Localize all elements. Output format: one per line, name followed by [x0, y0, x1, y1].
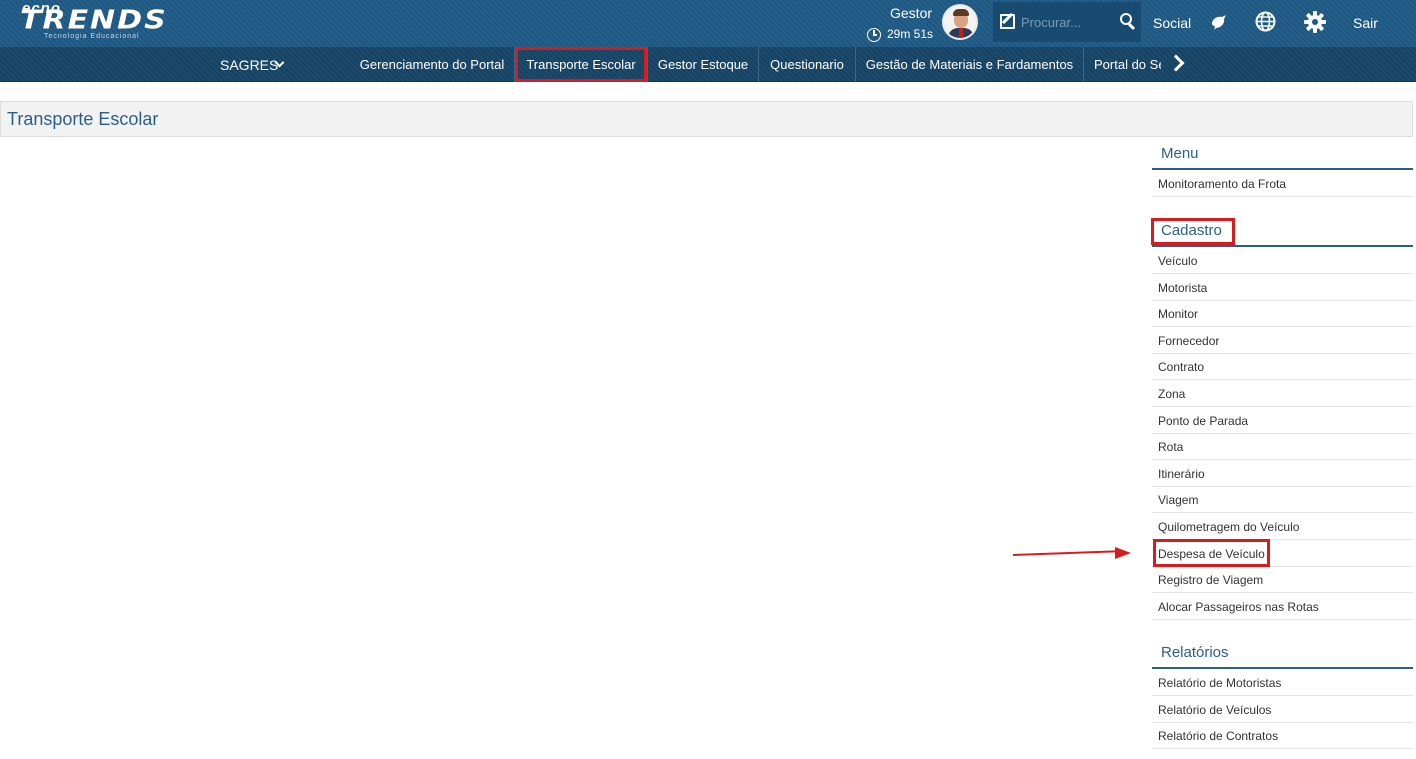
nav-item-transporte-escolar[interactable]: Transporte Escolar: [515, 47, 647, 82]
highlight-box-despesa: [1153, 539, 1270, 567]
menu-item-zona[interactable]: Zona: [1152, 380, 1413, 407]
page-header: Transporte Escolar: [0, 101, 1413, 137]
nav-item-gestao-materiais[interactable]: Gestão de Materiais e Fardamentos: [856, 47, 1083, 82]
social-link[interactable]: Social: [1153, 15, 1191, 31]
nav-item-gestor-estoque[interactable]: Gestor Estoque: [648, 47, 758, 82]
avatar[interactable]: [942, 4, 978, 40]
menu-item-label: Monitor: [1158, 307, 1199, 321]
menu-item-label: Veículo: [1158, 254, 1198, 268]
menu-item-label: Relatório de Contratos: [1158, 729, 1279, 743]
menu-item-viagem[interactable]: Viagem: [1152, 486, 1413, 513]
gear-icon[interactable]: [1304, 11, 1326, 33]
search-icon[interactable]: [1120, 13, 1136, 31]
section-title-relatorios: Relatórios: [1161, 644, 1229, 661]
menu-item-label: Registro de Viagem: [1158, 573, 1264, 587]
logo-main-text: TRENDS: [20, 5, 168, 36]
top-bar: ecno TRENDS Tecnologia Educacional Gesto…: [0, 0, 1416, 47]
menu-item-motorista[interactable]: Motorista: [1152, 274, 1413, 301]
menu-item-label: Viagem: [1158, 493, 1199, 507]
globe-icon[interactable]: [1255, 11, 1276, 32]
page-title: Transporte Escolar: [7, 109, 159, 129]
menu-item-label: Ponto de Parada: [1158, 414, 1249, 428]
menu-item-rota[interactable]: Rota: [1152, 433, 1413, 460]
nav-item-portal-do-servidor[interactable]: Portal do Se: [1084, 47, 1161, 82]
menu-item-registro-viagem[interactable]: Registro de Viagem: [1152, 566, 1413, 593]
session-timer: 29m 51s: [887, 27, 934, 41]
nav-item-questionario[interactable]: Questionario: [759, 47, 855, 82]
system-nav: SAGRES Gerenciamento do Portal Transport…: [0, 47, 1416, 82]
menu-item-relatorio-contratos[interactable]: Relatório de Contratos: [1152, 722, 1413, 749]
menu-item-label: Monitoramento da Frota: [1158, 177, 1287, 191]
menu-item-label: Motorista: [1158, 281, 1208, 295]
clock-icon: [867, 28, 881, 42]
menu-item-label: Fornecedor: [1158, 334, 1220, 348]
menu-item-fornecedor[interactable]: Fornecedor: [1152, 327, 1413, 354]
logo-subtitle: Tecnologia Educacional: [44, 33, 140, 40]
highlight-box-cadastro: [1151, 218, 1235, 245]
menu-item-label: Quilometragem do Veículo: [1158, 520, 1300, 534]
menu-item-label: Relatório de Motoristas: [1158, 676, 1282, 690]
section-title-menu: Menu: [1161, 145, 1199, 162]
menu-item-quilometragem-veiculo[interactable]: Quilometragem do Veículo: [1152, 513, 1413, 540]
nav-item-gerenciamento-portal[interactable]: Gerenciamento do Portal: [350, 47, 514, 82]
menu-item-label: Itinerário: [1158, 467, 1205, 481]
menu-item-alocar-passageiros[interactable]: Alocar Passageiros nas Rotas: [1152, 593, 1413, 620]
chevron-right-icon[interactable]: [1167, 54, 1185, 72]
menu-item-monitor[interactable]: Monitor: [1152, 300, 1413, 327]
menu-item-contrato[interactable]: Contrato: [1152, 353, 1413, 380]
logo[interactable]: ecno TRENDS Tecnologia Educacional: [20, 1, 168, 42]
menu-item-ponto-de-parada[interactable]: Ponto de Parada: [1152, 407, 1413, 434]
menu-item-label: Rota: [1158, 440, 1184, 454]
menu-item-itinerario[interactable]: Itinerário: [1152, 460, 1413, 487]
edit-icon[interactable]: [1000, 14, 1015, 29]
menu-item-monitoramento-frota[interactable]: Monitoramento da Frota: [1152, 170, 1413, 197]
menu-item-label: Zona: [1158, 387, 1186, 401]
menu-item-veiculo[interactable]: Veículo: [1152, 247, 1413, 274]
bird-icon[interactable]: [1210, 13, 1228, 31]
user-name[interactable]: Gestor: [890, 5, 932, 21]
annotation-arrow-head: [1115, 547, 1131, 559]
menu-item-label: Contrato: [1158, 360, 1205, 374]
annotation-arrow: [1012, 550, 1119, 556]
system-selector[interactable]: SAGRES: [220, 57, 278, 73]
menu-item-relatorio-veiculos[interactable]: Relatório de Veículos: [1152, 696, 1413, 723]
logout-link[interactable]: Sair: [1353, 15, 1378, 31]
menu-item-label: Relatório de Veículos: [1158, 703, 1272, 717]
search-input[interactable]: [1021, 12, 1113, 32]
menu-item-relatorio-motoristas[interactable]: Relatório de Motoristas: [1152, 669, 1413, 696]
menu-item-label: Alocar Passageiros nas Rotas: [1158, 600, 1319, 614]
